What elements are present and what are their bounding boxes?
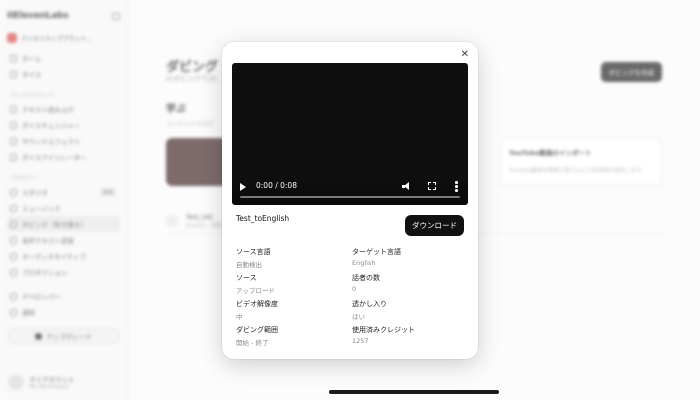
more-options-icon[interactable] — [455, 181, 458, 193]
field-label: ダビング範囲 — [236, 326, 278, 334]
field-label: 使用済みクレジット — [352, 326, 415, 334]
field-value: はい — [352, 313, 365, 321]
dub-details-modal: ✕ 0:00 / 0:08 Test_toEnglish ダウンロード ソース言… — [222, 42, 478, 359]
field-label: 透かし入り — [352, 300, 387, 308]
field-video-resolution: ビデオ解像度 中 — [236, 299, 352, 321]
video-player[interactable]: 0:00 / 0:08 — [232, 63, 468, 205]
field-label: 話者の数 — [352, 274, 380, 282]
field-value: 1257 — [352, 337, 369, 345]
field-value: 開始 - 終了 — [236, 339, 269, 347]
field-value: アップロード — [236, 287, 275, 295]
field-source-language: ソース言語 自動検出 — [236, 247, 352, 269]
video-progress-bar[interactable] — [240, 196, 460, 198]
video-time: 0:00 / 0:08 — [256, 181, 297, 190]
field-value: 0 — [352, 285, 357, 293]
fullscreen-icon[interactable] — [427, 181, 436, 190]
field-label: ソース言語 — [236, 248, 271, 256]
video-controls: 0:00 / 0:08 — [232, 175, 468, 205]
field-label: ソース — [236, 274, 257, 282]
field-dubbing-range: ダビング範囲 開始 - 終了 — [236, 325, 352, 347]
play-icon[interactable] — [240, 183, 246, 191]
field-value: English — [352, 259, 376, 267]
home-indicator — [329, 390, 499, 394]
field-label: ビデオ解像度 — [236, 300, 278, 308]
field-target-language: ターゲット言語 English — [352, 247, 464, 269]
field-label: ターゲット言語 — [352, 248, 401, 256]
file-name: Test_toEnglish — [236, 214, 290, 223]
volume-icon[interactable] — [402, 182, 412, 191]
field-watermark: 透かし入り はい — [352, 299, 464, 321]
field-credits-used: 使用済みクレジット 1257 — [352, 325, 464, 347]
field-value: 中 — [236, 313, 243, 321]
field-value: 自動検出 — [236, 261, 262, 269]
field-speaker-count: 話者の数 0 — [352, 273, 464, 295]
close-icon[interactable]: ✕ — [461, 49, 469, 61]
dub-info: ソース言語 自動検出 ターゲット言語 English ソース アップロード 話者… — [236, 247, 464, 347]
download-button[interactable]: ダウンロード — [405, 215, 464, 236]
field-source: ソース アップロード — [236, 273, 352, 295]
